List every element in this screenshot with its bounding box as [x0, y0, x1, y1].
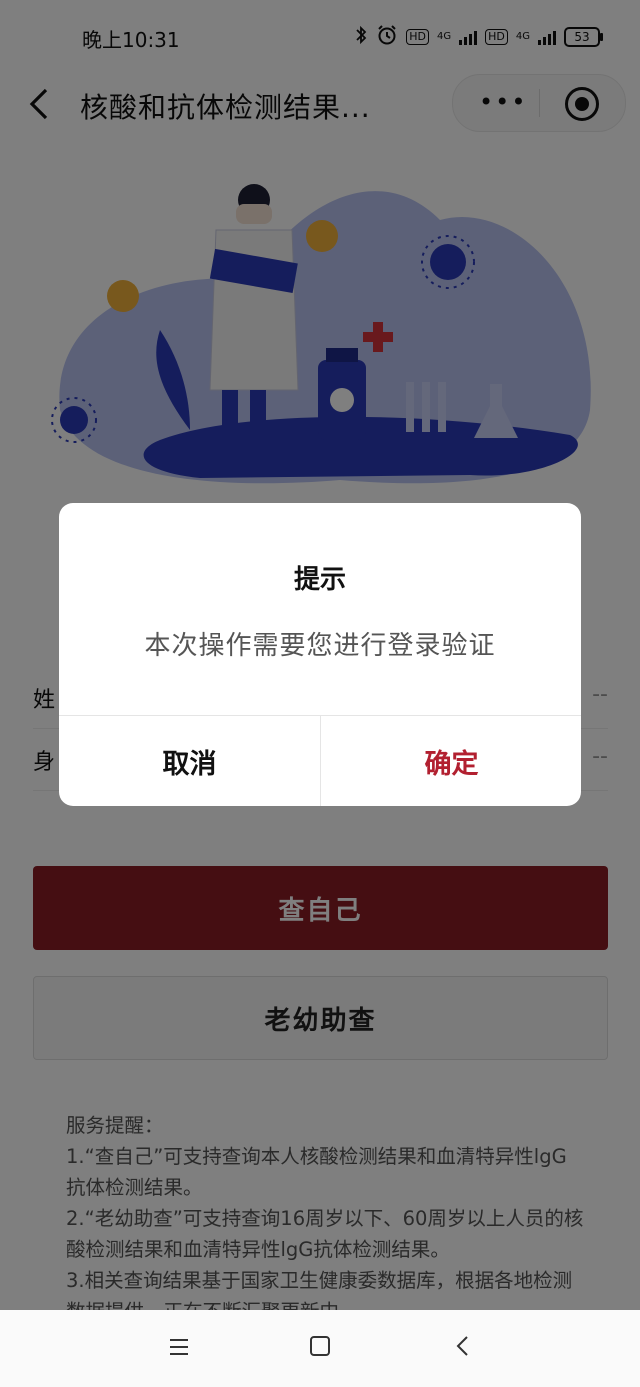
menu-icon	[170, 1339, 188, 1355]
dialog-title: 提示	[293, 565, 346, 595]
home-button[interactable]	[305, 1334, 335, 1364]
confirm-button[interactable]: 确定	[321, 716, 581, 806]
system-navigation-bar	[0, 1310, 640, 1387]
recent-apps-button[interactable]	[164, 1334, 194, 1364]
cancel-button[interactable]: 取消	[59, 716, 320, 806]
chevron-left-icon	[456, 1336, 468, 1356]
login-prompt-dialog: 提示 本次操作需要您进行登录验证 取消 确定	[59, 503, 581, 806]
system-back-button[interactable]	[448, 1334, 478, 1364]
square-icon	[310, 1336, 330, 1356]
dialog-message: 本次操作需要您进行登录验证	[144, 631, 496, 661]
